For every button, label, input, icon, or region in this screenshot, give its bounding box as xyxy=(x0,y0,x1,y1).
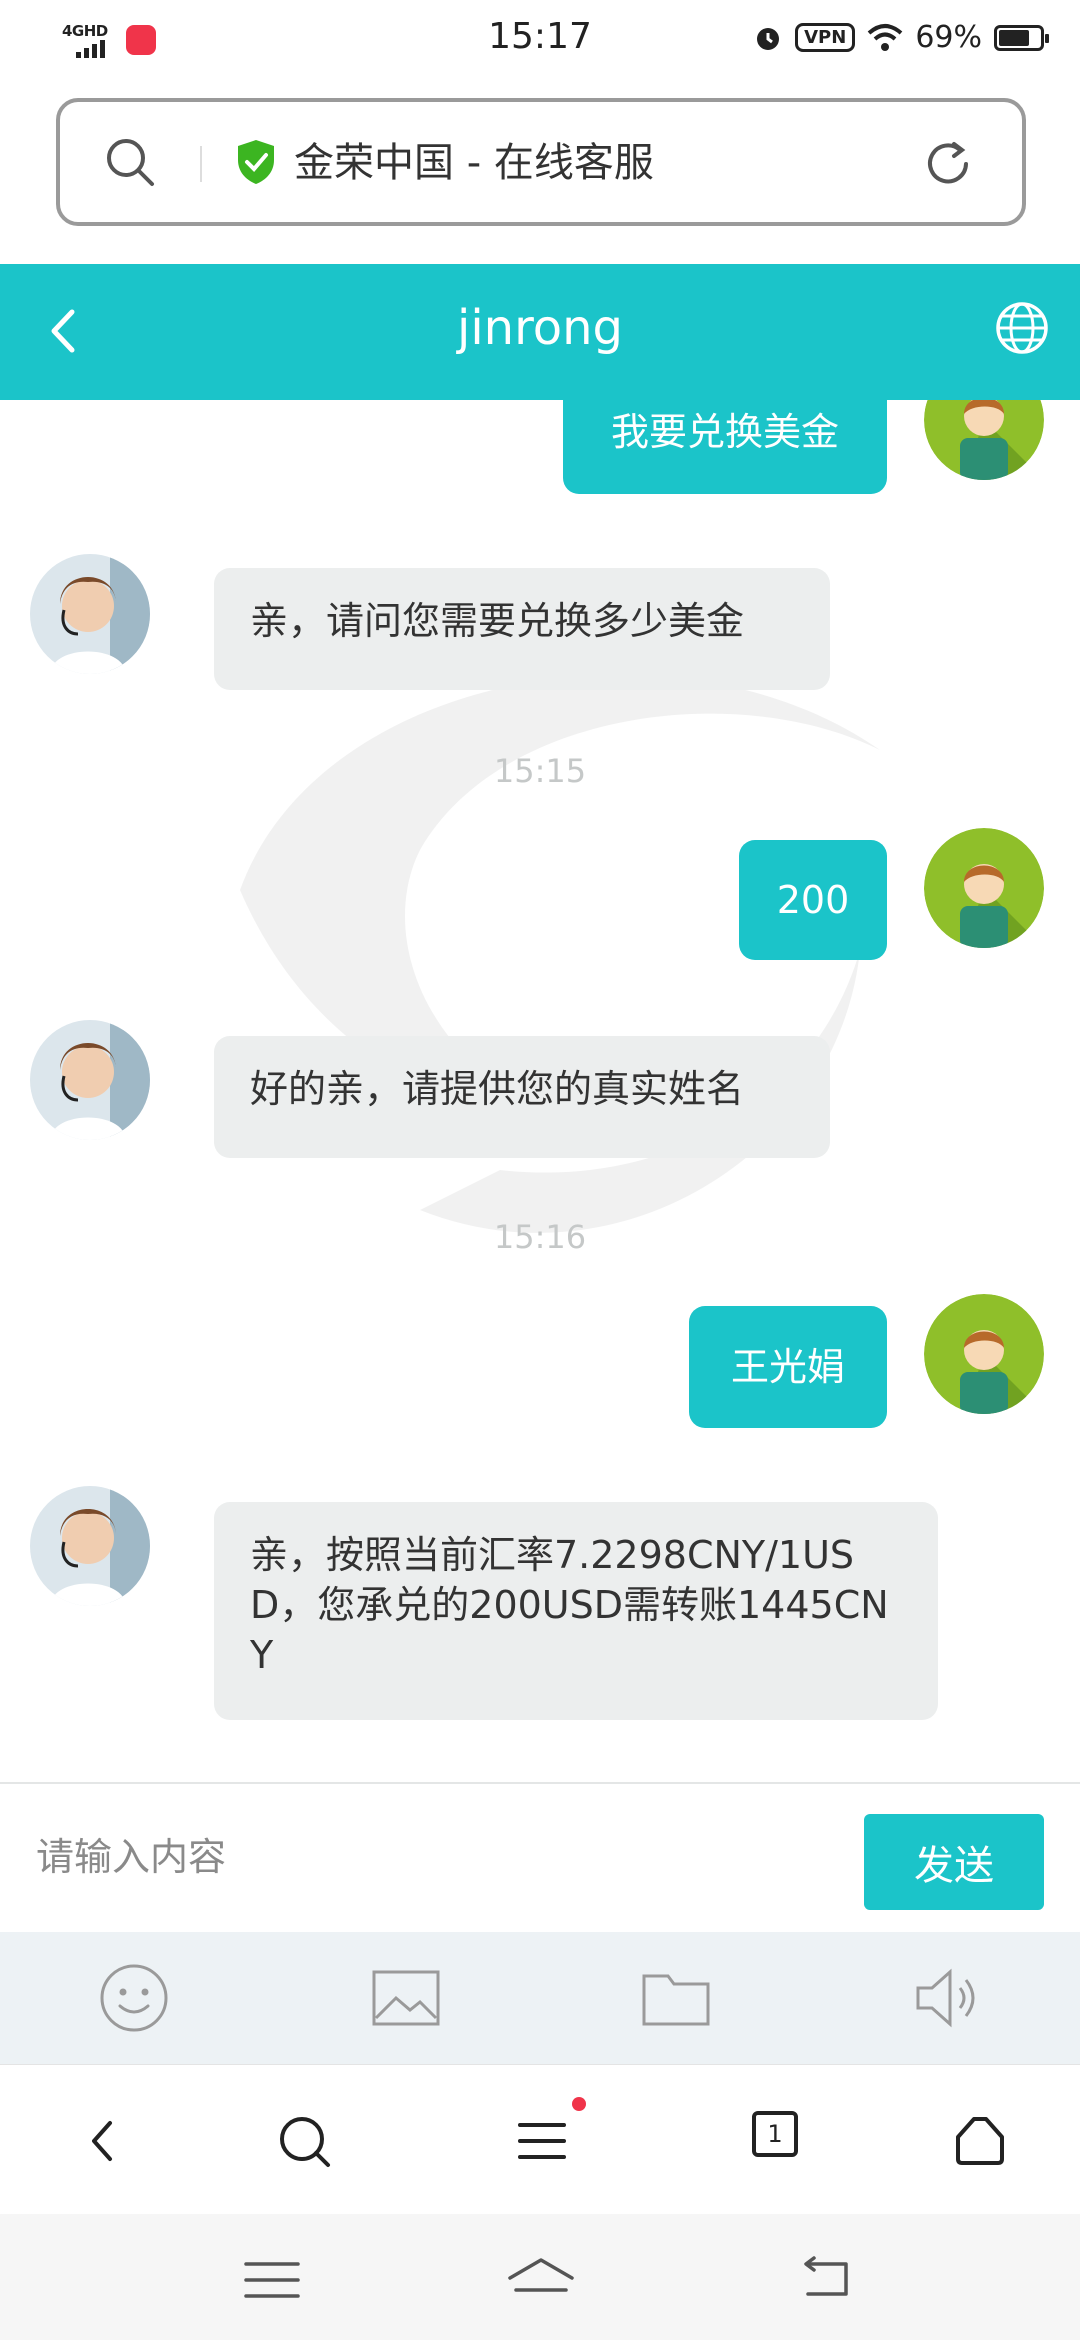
incoming-message[interactable]: 亲，按照当前汇率7.2298CNY/1USD，您承兑的200USD需转账1445… xyxy=(214,1502,938,1720)
tabs-button[interactable]: 1 xyxy=(752,2111,812,2171)
address-divider xyxy=(200,146,202,182)
search-icon[interactable] xyxy=(104,136,156,188)
agent-avatar xyxy=(30,554,150,674)
chat-message-list[interactable]: 我要兑换美金 亲，请问您需要兑换多少美金 15:15 200 好的亲，请提供您的… xyxy=(0,400,1080,1780)
message-timestamp: 15:15 xyxy=(493,752,587,790)
message-composer: 发送 xyxy=(0,1782,1080,1932)
user-avatar xyxy=(924,828,1044,948)
tab-count: 1 xyxy=(752,2111,798,2157)
system-navigation-bar xyxy=(0,2214,1080,2340)
system-back-icon[interactable] xyxy=(794,2254,854,2304)
vpn-badge: VPN xyxy=(795,23,856,52)
recent-apps-icon[interactable] xyxy=(242,2254,302,2304)
agent-avatar xyxy=(30,1020,150,1140)
refresh-icon[interactable] xyxy=(920,136,976,192)
browser-back-icon[interactable] xyxy=(74,2111,134,2171)
status-bar: 4GHD 15:17 VPN 69% xyxy=(0,0,1080,84)
notification-dot xyxy=(572,2097,586,2111)
wifi-icon xyxy=(867,23,903,51)
battery-percent: 69% xyxy=(915,20,982,55)
chat-header: jinrong xyxy=(0,264,1080,400)
menu-button[interactable] xyxy=(514,2097,586,2171)
chat-title: jinrong xyxy=(456,300,624,356)
incoming-message[interactable]: 好的亲，请提供您的真实姓名 xyxy=(214,1036,830,1158)
smiley-icon[interactable] xyxy=(98,1962,170,2034)
battery-fill xyxy=(999,29,1030,46)
user-avatar xyxy=(924,1294,1044,1414)
message-timestamp: 15:16 xyxy=(493,1218,587,1256)
menu-icon xyxy=(518,2123,566,2159)
shield-check-icon xyxy=(238,140,274,184)
message-input[interactable] xyxy=(36,1822,816,1892)
agent-avatar xyxy=(30,1486,150,1606)
globe-icon[interactable] xyxy=(994,300,1050,356)
browser-toolbar: 1 xyxy=(0,2064,1080,2214)
image-icon[interactable] xyxy=(370,1962,442,2034)
system-home-icon[interactable] xyxy=(506,2254,576,2304)
battery-icon xyxy=(994,24,1049,51)
alarm-icon xyxy=(757,27,780,50)
user-avatar xyxy=(924,400,1044,480)
speaker-icon[interactable] xyxy=(910,1962,982,2034)
folder-icon[interactable] xyxy=(640,1962,712,2034)
outgoing-message[interactable]: 我要兑换美金 xyxy=(563,400,887,494)
outgoing-message[interactable]: 王光娟 xyxy=(689,1306,887,1428)
outgoing-message[interactable]: 200 xyxy=(739,840,887,960)
browser-address-bar[interactable]: 金荣中国 - 在线客服 xyxy=(56,98,1026,226)
incoming-message[interactable]: 亲，请问您需要兑换多少美金 xyxy=(214,568,830,690)
browser-search-icon[interactable] xyxy=(274,2111,334,2171)
page-title[interactable]: 金荣中国 - 在线客服 xyxy=(294,130,654,188)
send-button[interactable]: 发送 xyxy=(864,1814,1044,1910)
status-right: VPN 69% xyxy=(753,20,1049,55)
home-icon[interactable] xyxy=(950,2111,1010,2171)
attachment-toolbar xyxy=(0,1932,1080,2064)
